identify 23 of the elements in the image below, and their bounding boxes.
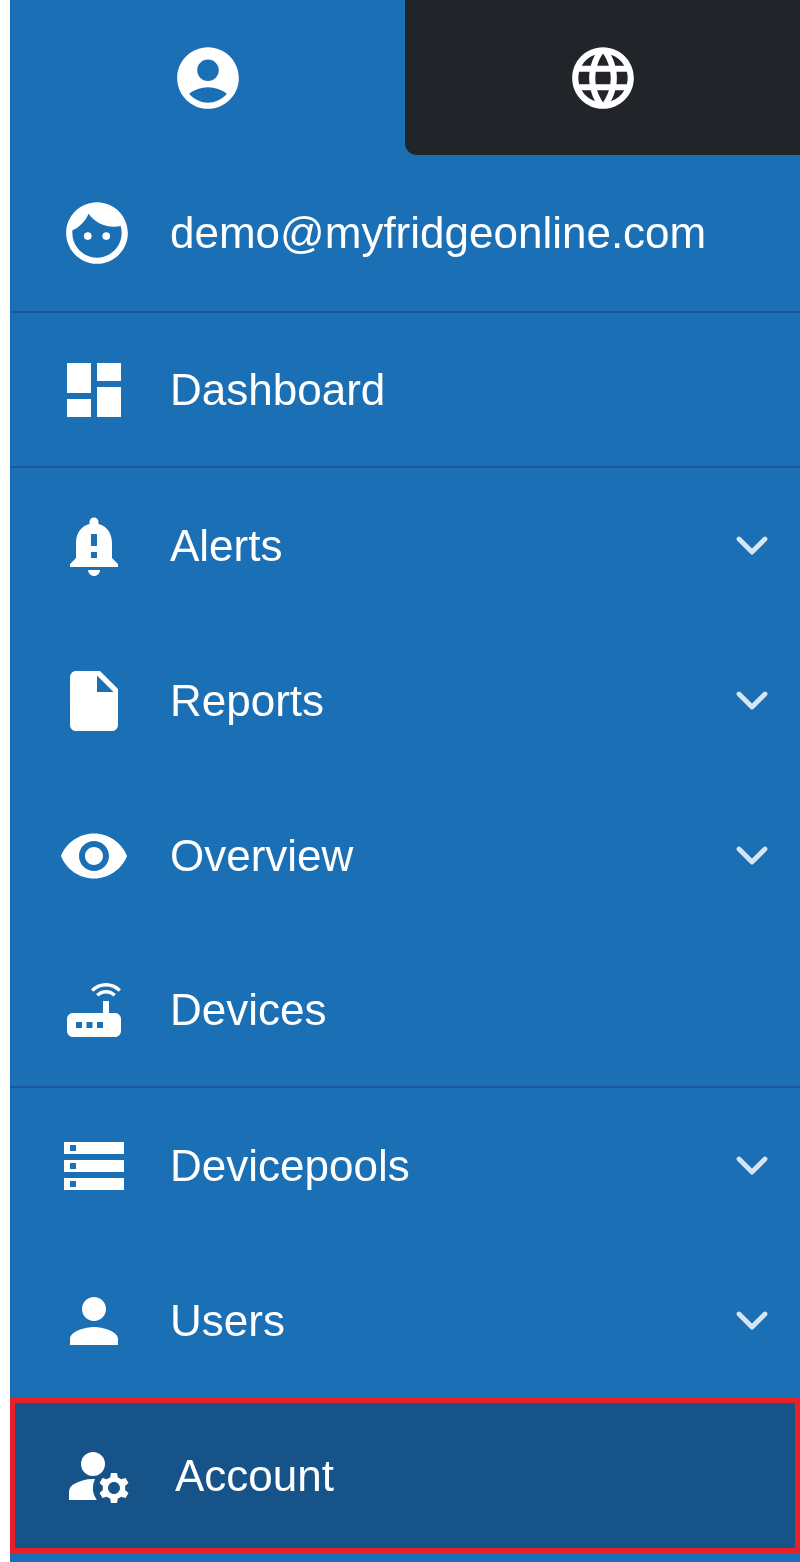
menu-item[interactable]: Dashboard — [10, 313, 800, 468]
chevron-down-icon — [736, 1155, 768, 1176]
chevron-down-icon — [736, 845, 768, 866]
menu-label: Devicepools — [170, 1139, 411, 1192]
menu-label: Dashboard — [170, 363, 387, 416]
menu-label: Devices — [170, 983, 328, 1036]
menu-item[interactable]: Account — [10, 1398, 800, 1553]
menu-item[interactable]: Overview — [10, 778, 800, 933]
menu-label: Users — [170, 1294, 286, 1347]
menu-label: Alerts — [170, 519, 284, 572]
menu-item[interactable]: Reports — [10, 623, 800, 778]
tab[interactable] — [405, 0, 800, 155]
chevron-down-icon — [736, 690, 768, 711]
menu-item[interactable]: Devicepools — [10, 1088, 800, 1243]
menu-label: Account — [175, 1449, 335, 1502]
chevron-down-icon — [736, 1310, 768, 1331]
chevron-down-icon — [736, 535, 768, 556]
menu-label: Overview — [170, 829, 355, 882]
user-email: demo@myfridgeonline.com — [170, 207, 707, 259]
menu-item[interactable]: Devices — [10, 933, 800, 1088]
menu-item[interactable]: Alerts — [10, 468, 800, 623]
menu-item[interactable]: Users — [10, 1243, 800, 1398]
menu-label: Reports — [170, 674, 326, 727]
